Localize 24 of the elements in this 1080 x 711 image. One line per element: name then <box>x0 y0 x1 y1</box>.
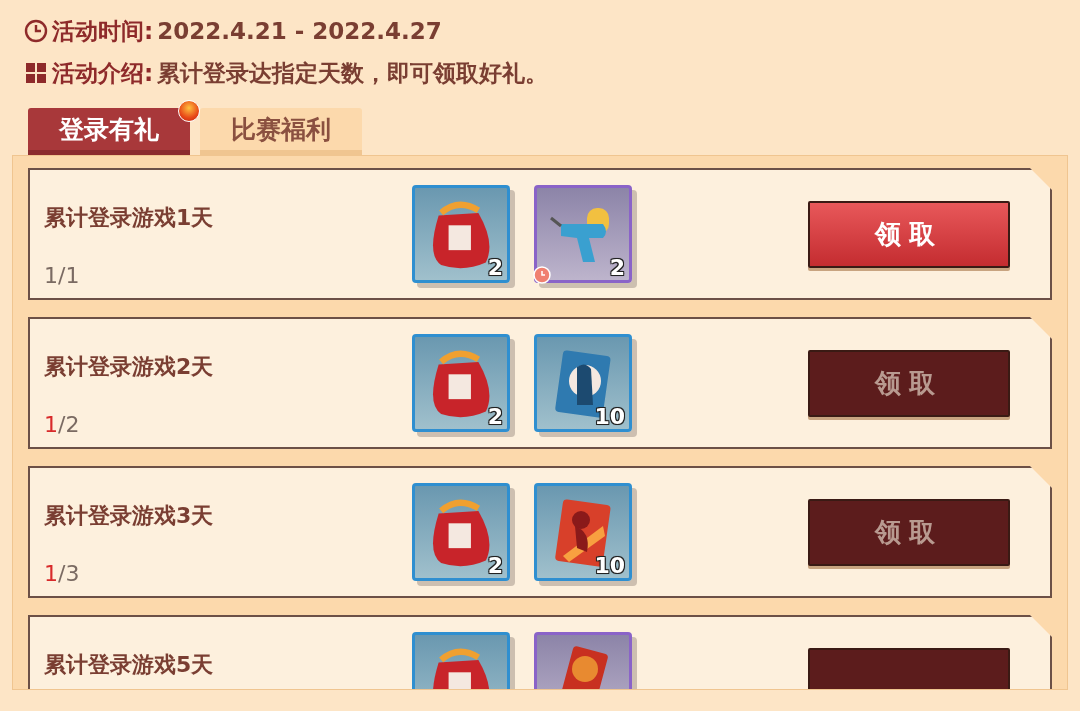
item-count: 10 <box>594 553 625 578</box>
info-text: 2022.4.21 - 2022.4.27 <box>157 18 442 44</box>
claim-button[interactable]: 领取 <box>808 200 1010 268</box>
item-count: 2 <box>487 553 503 578</box>
claim-button[interactable]: 领取 <box>808 498 1010 566</box>
info-label: 活动时间: <box>52 16 154 46</box>
grid-icon <box>24 61 48 85</box>
task-title: 累计登录游戏5天 <box>44 651 215 679</box>
progress-text: 1/1 <box>44 263 81 288</box>
info-label: 活动介绍: <box>52 58 154 88</box>
item-count: 10 <box>594 404 625 429</box>
task-title: 累计登录游戏2天 <box>44 353 215 381</box>
clock-icon <box>24 19 48 43</box>
tab[interactable]: 登录有礼 <box>28 108 190 155</box>
task-title: 累计登录游戏1天 <box>44 204 215 232</box>
progress-text: 1/2 <box>44 412 81 437</box>
progress-text: 1/3 <box>44 561 81 586</box>
item-count: 2 <box>609 255 625 280</box>
item-count: 2 <box>487 404 503 429</box>
task-title: 累计登录游戏3天 <box>44 502 215 530</box>
info-text: 累计登录达指定天数，即可领取好礼。 <box>157 58 549 88</box>
item-count: 2 <box>487 255 503 280</box>
tab[interactable]: 比赛福利 <box>200 108 362 155</box>
claim-button[interactable]: 领取 <box>808 349 1010 417</box>
